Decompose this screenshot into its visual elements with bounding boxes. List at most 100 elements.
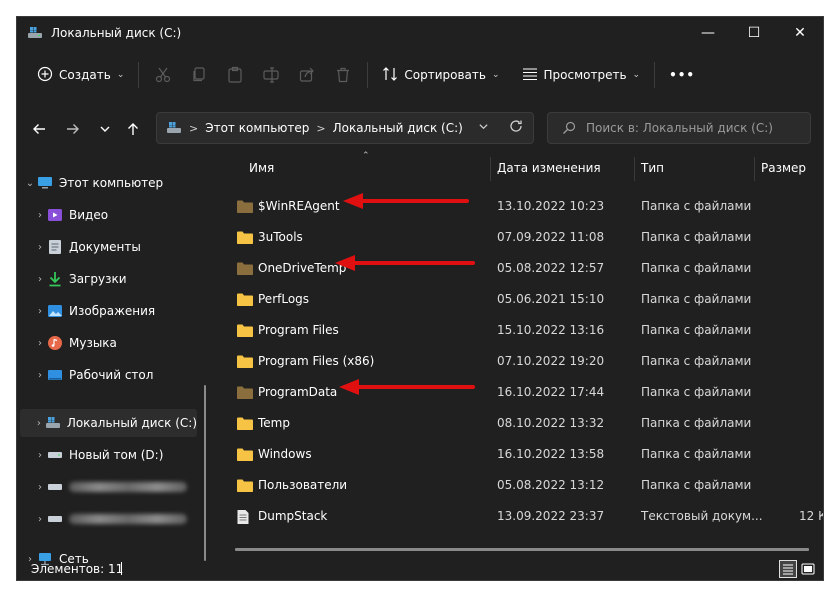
chevron-right-icon[interactable]: › — [33, 450, 47, 461]
file-name: 3uTools — [258, 230, 303, 244]
breadcrumb-local-disk[interactable]: Локальный диск (C:) — [333, 121, 463, 135]
item-count: Элементов: 11 — [31, 562, 124, 576]
sort-icon — [382, 66, 398, 85]
drive-c-icon — [45, 415, 61, 431]
redacted-label — [69, 514, 187, 524]
sidebar-item-pictures[interactable]: › Изображения — [33, 297, 215, 325]
breadcrumb-separator: > — [316, 121, 326, 135]
up-button[interactable] — [119, 112, 147, 146]
details-view-button[interactable] — [779, 560, 797, 578]
sidebar-item-this-pc[interactable]: ⌄ Этот компьютер — [23, 169, 205, 197]
file-name: Program Files (x86) — [258, 354, 375, 368]
recent-locations-button[interactable] — [91, 112, 119, 146]
sidebar-item-desktop[interactable]: › Рабочий стол — [33, 361, 215, 389]
details-view-icon — [783, 564, 793, 575]
chevron-down-icon — [100, 126, 110, 132]
chevron-right-icon[interactable]: › — [33, 242, 47, 253]
chevron-down-icon[interactable]: ⌄ — [23, 178, 37, 189]
chevron-right-icon[interactable]: › — [33, 274, 47, 285]
address-history-chevron-icon[interactable] — [478, 121, 489, 135]
file-row[interactable]: PerfLogs 05.06.2021 15:10 Папка с файлами — [217, 284, 823, 315]
column-divider[interactable] — [754, 157, 755, 181]
chevron-right-icon[interactable]: › — [33, 370, 47, 381]
chevron-right-icon[interactable]: › — [33, 210, 47, 221]
cut-icon[interactable] — [145, 59, 181, 91]
maximize-button[interactable]: ☐ — [731, 17, 777, 49]
file-row[interactable]: ProgramData 16.10.2022 17:44 Папка с файла… — [217, 377, 823, 408]
file-row[interactable]: DumpStack 13.09.2022 23:37 Текстовый докум… — [217, 501, 823, 532]
sidebar-item-redacted-drive[interactable]: › — [33, 505, 215, 533]
file-name: DumpStack — [258, 509, 328, 523]
command-bar: Создать ⌄ Сортировать ⌄ Просмотреть ⌄ ••… — [17, 55, 823, 95]
file-row[interactable]: Windows 16.10.2022 13:58 Папка с файлами — [217, 439, 823, 470]
file-date: 05.08.2022 12:57 — [497, 261, 605, 275]
folder-icon — [236, 478, 254, 493]
sidebar-scrollbar[interactable] — [204, 385, 206, 561]
file-type: Папка с файлами — [641, 199, 752, 213]
sidebar-item-video[interactable]: › Видео — [33, 201, 215, 229]
column-header-date[interactable]: Дата изменения — [497, 151, 601, 185]
horizontal-scrollbar[interactable] — [235, 548, 809, 551]
status-bar: Элементов: 11 — [17, 557, 823, 580]
sidebar-item-music[interactable]: › Музыка — [33, 329, 215, 357]
tiles-view-button[interactable] — [799, 560, 817, 578]
address-bar[interactable]: > Этот компьютер > Локальный диск (C:) — [156, 112, 534, 144]
minimize-button[interactable]: — — [685, 17, 731, 49]
back-button[interactable] — [25, 112, 53, 146]
refresh-icon[interactable] — [509, 119, 523, 137]
column-header-size[interactable]: Размер — [761, 151, 806, 185]
search-input[interactable] — [586, 121, 796, 135]
paste-icon[interactable] — [217, 59, 253, 91]
sidebar-item-label: Новый том (D:) — [69, 448, 164, 462]
explorer-window: Локальный диск (C:) — ☐ ✕ Создать ⌄ Сорт… — [16, 16, 824, 581]
breadcrumb-this-pc[interactable]: Этот компьютер — [205, 121, 309, 135]
file-type: Папка с файлами — [641, 292, 752, 306]
file-date: 05.06.2021 15:10 — [497, 292, 605, 306]
more-options-button[interactable]: ••• — [661, 59, 703, 91]
close-button[interactable]: ✕ — [777, 17, 823, 49]
column-header-name[interactable]: Имя — [249, 151, 274, 185]
file-row[interactable]: Пользователи 05.08.2022 13:12 Папка с файл… — [217, 470, 823, 501]
chevron-right-icon[interactable]: › — [33, 338, 47, 349]
chevron-right-icon[interactable]: › — [33, 482, 47, 493]
chevron-right-icon[interactable]: › — [33, 418, 45, 429]
file-type: Папка с файлами — [641, 447, 752, 461]
column-divider[interactable] — [490, 157, 491, 181]
delete-icon[interactable] — [325, 59, 361, 91]
red-arrow-annotation — [339, 379, 475, 395]
file-type: Папка с файлами — [641, 230, 752, 244]
file-row[interactable]: $WinREAgent 13.10.2022 10:23 Папка с файла… — [217, 191, 823, 222]
file-row[interactable]: Program Files 15.10.2022 13:16 Папка с фай… — [217, 315, 823, 346]
sidebar-item-label: Документы — [69, 240, 141, 254]
status-divider — [121, 562, 122, 575]
file-row[interactable]: 3uTools 07.09.2022 11:08 Папка с файлами — [217, 222, 823, 253]
view-list-icon — [522, 67, 538, 84]
sidebar-item-downloads[interactable]: › Загрузки — [33, 265, 215, 293]
rename-icon[interactable] — [253, 59, 289, 91]
chevron-right-icon[interactable]: › — [33, 306, 47, 317]
chevron-right-icon[interactable]: › — [33, 514, 47, 525]
file-name: Temp — [258, 416, 290, 430]
search-box[interactable] — [547, 112, 811, 144]
file-row[interactable]: OneDriveTemp 05.08.2022 12:57 Папка с файл… — [217, 253, 823, 284]
forward-button[interactable] — [59, 112, 87, 146]
sidebar-item-redacted-drive[interactable]: › — [33, 473, 215, 501]
window-title: Локальный диск (C:) — [51, 26, 182, 40]
text-file-icon — [236, 509, 254, 524]
column-header-type[interactable]: Тип — [641, 151, 664, 185]
view-button[interactable]: Просмотреть ⌄ — [514, 59, 649, 91]
share-icon[interactable] — [289, 59, 325, 91]
sidebar-item-local-disk-c[interactable]: › Локальный диск (C:) — [20, 409, 197, 437]
column-divider[interactable] — [634, 157, 635, 181]
desktop-icon — [47, 367, 63, 383]
file-row[interactable]: Temp 08.10.2022 13:32 Папка с файлами — [217, 408, 823, 439]
sidebar-item-documents[interactable]: › Документы — [33, 233, 215, 261]
create-button[interactable]: Создать ⌄ — [29, 59, 132, 91]
file-row[interactable]: Program Files (x86) 07.10.2022 19:20 Папка… — [217, 346, 823, 377]
sort-button[interactable]: Сортировать ⌄ — [374, 59, 507, 91]
sidebar-item-new-volume-d[interactable]: › Новый том (D:) — [33, 441, 215, 469]
copy-icon[interactable] — [181, 59, 217, 91]
breadcrumb-separator: > — [189, 121, 199, 135]
file-date: 07.10.2022 19:20 — [497, 354, 605, 368]
sidebar-item-label: Этот компьютер — [59, 176, 164, 190]
